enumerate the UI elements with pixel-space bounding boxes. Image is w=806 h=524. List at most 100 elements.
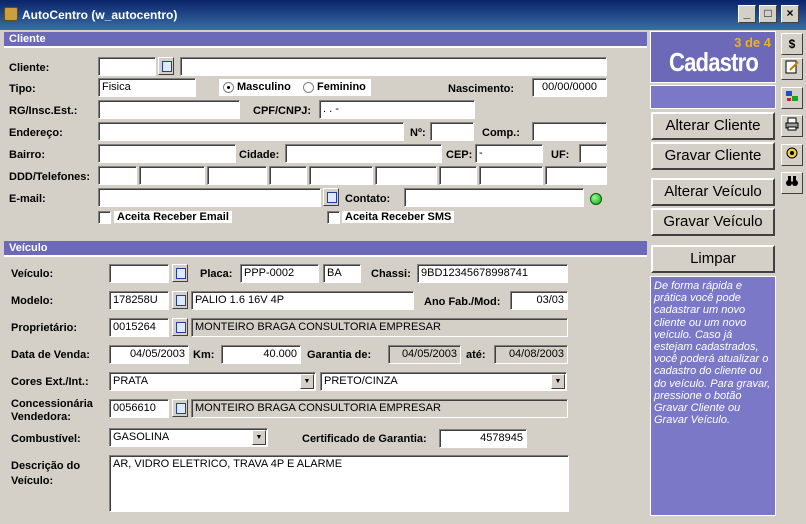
placa-uf-input[interactable]: BA <box>323 264 361 283</box>
proprietario-lookup-icon[interactable] <box>172 318 188 336</box>
label-comp: Comp.: <box>482 127 520 139</box>
email-icon[interactable] <box>323 188 339 206</box>
minimize-button[interactable]: _ <box>738 5 756 23</box>
label-cores: Cores Ext./Int.: <box>11 376 89 388</box>
phone-field[interactable] <box>375 166 437 185</box>
printer-icon[interactable] <box>781 115 803 137</box>
label-masculino: Masculino <box>237 81 291 93</box>
complemento-input[interactable] <box>532 122 607 141</box>
section-veiculo: Veículo <box>4 241 647 257</box>
label-placa: Placa: <box>200 268 233 280</box>
garantia-de-field: 04/05/2003 <box>388 345 461 364</box>
chevron-down-icon[interactable]: ▼ <box>300 374 314 389</box>
label-data-venda: Data de Venda: <box>11 349 90 361</box>
combustivel-value: GASOLINA <box>113 431 170 443</box>
label-feminino: Feminino <box>317 81 366 93</box>
bairro-input[interactable] <box>98 144 236 163</box>
cliente-lookup-icon[interactable] <box>158 57 174 75</box>
window-title: AutoCentro (w_autocentro) <box>22 8 178 22</box>
swap-icon[interactable] <box>781 87 803 109</box>
label-bairro: Bairro: <box>9 149 46 161</box>
descricao-textarea[interactable]: AR, VIDRO ELETRICO, TRAVA 4P E ALARME <box>109 455 569 512</box>
label-rg: RG/Insc.Est.: <box>9 105 78 117</box>
concessionaria-lookup-icon[interactable] <box>172 399 188 417</box>
cep-input[interactable]: - <box>475 144 543 163</box>
veiculo-lookup-icon[interactable] <box>172 264 188 282</box>
data-venda-input[interactable]: 04/05/2003 <box>109 345 189 364</box>
anofab-input[interactable]: 03/03 <box>510 291 568 310</box>
phone-field[interactable] <box>309 166 373 185</box>
label-tipo: Tipo: <box>9 83 36 95</box>
maximize-button[interactable]: □ <box>759 5 777 23</box>
label-garantia: Garantia de: <box>307 349 372 361</box>
label-proprietario: Proprietário: <box>11 322 78 334</box>
tipo-input[interactable]: Fisica <box>98 78 196 97</box>
gravar-cliente-button[interactable]: Gravar Cliente <box>651 142 775 170</box>
phone-field[interactable] <box>139 166 205 185</box>
checkbox-email[interactable] <box>98 211 111 224</box>
phone-field[interactable] <box>439 166 477 185</box>
numero-input[interactable] <box>430 122 474 141</box>
label-numero: Nº: <box>410 127 426 139</box>
label-descricao-veiculo: Veículo: <box>11 475 54 487</box>
label-ate: até: <box>466 349 486 361</box>
contato-input[interactable] <box>404 188 584 207</box>
label-endereco: Endereço: <box>9 127 63 139</box>
alterar-veiculo-button[interactable]: Alterar Veículo <box>651 178 775 206</box>
phone-field[interactable] <box>98 166 137 185</box>
modelo-code-input[interactable]: 178258U <box>109 291 169 310</box>
certificado-input[interactable]: 4578945 <box>439 429 527 448</box>
label-anofab: Ano Fab./Mod: <box>424 296 501 308</box>
proprietario-code-input[interactable]: 0015264 <box>109 318 169 337</box>
edit-icon[interactable] <box>781 58 803 80</box>
cliente-code-input[interactable] <box>98 57 156 76</box>
label-modelo: Modelo: <box>11 295 54 307</box>
section-cliente: Cliente <box>4 32 647 48</box>
phone-field[interactable] <box>207 166 267 185</box>
cidade-input[interactable] <box>285 144 442 163</box>
label-veiculo: Veículo: <box>11 268 54 280</box>
combustivel-select[interactable]: GASOLINA ▼ <box>109 428 268 447</box>
dollar-icon[interactable]: $ <box>781 33 803 55</box>
proprietario-name-field: MONTEIRO BRAGA CONSULTORIA EMPRESAR <box>191 318 568 337</box>
endereco-input[interactable] <box>98 122 404 141</box>
limpar-button[interactable]: Limpar <box>651 245 775 273</box>
cliente-name-input[interactable] <box>180 57 607 76</box>
email-input[interactable] <box>98 188 321 207</box>
veiculo-code-input[interactable] <box>109 264 169 283</box>
chevron-down-icon[interactable]: ▼ <box>551 374 565 389</box>
modelo-lookup-icon[interactable] <box>172 291 188 309</box>
concessionaria-name-field: MONTEIRO BRAGA CONSULTORIA EMPRESAR <box>191 399 568 418</box>
cadastro-title: Cadastro <box>669 47 759 77</box>
gravar-veiculo-button[interactable]: Gravar Veículo <box>651 208 775 236</box>
cor-int-select[interactable]: PRETO/CINZA ▼ <box>320 372 567 391</box>
concessionaria-code-input[interactable]: 0056610 <box>109 399 169 418</box>
checkbox-sms[interactable] <box>327 211 340 224</box>
label-cep: CEP: <box>446 149 473 161</box>
label-ddd: DDD/Telefones: <box>9 171 91 183</box>
cadastro-header: 3 de 4 Cadastro <box>650 31 776 83</box>
phone-field[interactable] <box>545 166 607 185</box>
binoculars-icon[interactable] <box>781 172 803 194</box>
cor-ext-value: PRATA <box>113 375 149 387</box>
km-input[interactable]: 40.000 <box>221 345 301 364</box>
label-combustivel: Combustível: <box>11 433 81 445</box>
cor-ext-select[interactable]: PRATA ▼ <box>109 372 316 391</box>
chevron-down-icon[interactable]: ▼ <box>252 430 266 445</box>
placa-input[interactable]: PPP-0002 <box>240 264 319 283</box>
phone-field[interactable] <box>269 166 307 185</box>
radio-feminino[interactable] <box>303 82 314 93</box>
modelo-desc-input[interactable]: PALIO 1.6 16V 4P <box>191 291 414 310</box>
close-button[interactable]: × <box>781 5 799 23</box>
uf-input[interactable] <box>579 144 607 163</box>
nascimento-input[interactable]: 00/00/0000 <box>532 78 607 97</box>
rg-input[interactable] <box>98 100 240 119</box>
cpf-input[interactable]: . . - <box>319 100 475 119</box>
phone-field[interactable] <box>479 166 543 185</box>
settings-icon[interactable] <box>781 144 803 166</box>
radio-masculino[interactable] <box>223 82 234 93</box>
label-aceita-email: Aceita Receber Email <box>114 211 232 223</box>
label-chassi: Chassi: <box>371 268 411 280</box>
alterar-cliente-button[interactable]: Alterar Cliente <box>651 112 775 140</box>
chassi-input[interactable]: 9BD12345678998741 <box>417 264 568 283</box>
